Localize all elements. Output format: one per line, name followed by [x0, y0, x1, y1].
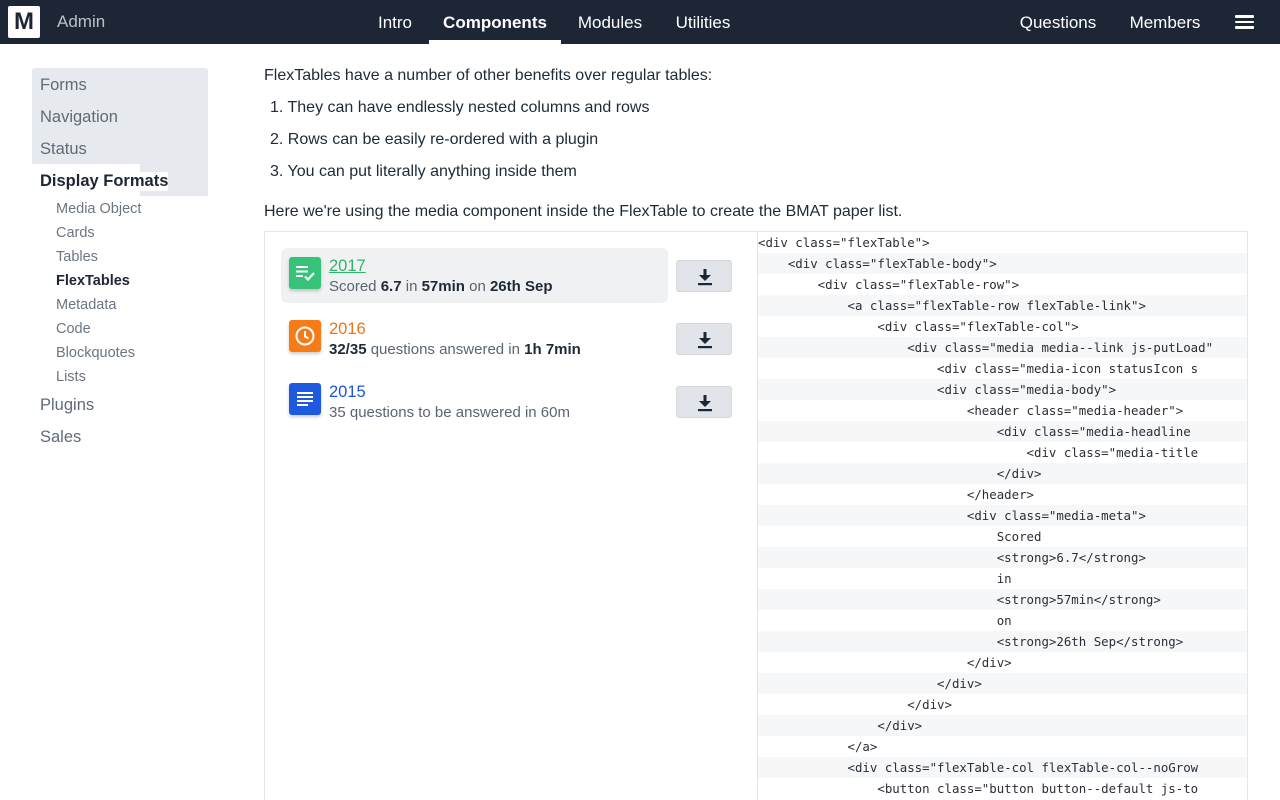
nav-utilities[interactable]: Utilities [660, 0, 746, 44]
sidebar-subitem-tables[interactable]: Tables [56, 249, 98, 265]
code-line: <div class="flexTable-body"> [758, 253, 1247, 274]
sidebar-item-forms[interactable]: Forms [40, 76, 87, 95]
sidebar-item-display-formats[interactable]: Display Formats [40, 172, 169, 191]
document-lines-icon [289, 383, 321, 415]
download-button-2015[interactable] [676, 386, 732, 418]
logo[interactable]: M [8, 6, 40, 38]
sidebar-item-sales[interactable]: Sales [40, 428, 81, 447]
code-line: <button class="button button--default js… [758, 781, 1199, 796]
paper-meta-2015: 35 questions to be answered in 60m [329, 404, 570, 421]
checklist-icon [289, 257, 321, 289]
intro-paragraph: FlexTables have a number of other benefi… [264, 67, 713, 84]
usage-paragraph: Here we're using the media component ins… [264, 203, 903, 220]
meta-segment: 32/35 [329, 341, 367, 358]
code-line: <strong>6.7</strong> [758, 547, 1247, 568]
sidebar-subitem-cards[interactable]: Cards [56, 225, 95, 241]
benefit-item-3: 3. You can put literally anything inside… [270, 163, 577, 180]
nav-members[interactable]: Members [1118, 0, 1212, 44]
benefit-item-2: 2. Rows can be easily re-ordered with a … [270, 131, 599, 148]
code-example[interactable]: <div class="flexTable"> <div class="flex… [757, 231, 1248, 800]
code-line: in [758, 571, 1012, 586]
sidebar-subitem-media-object[interactable]: Media Object [56, 201, 141, 217]
code-line: </div> [758, 655, 1012, 670]
sidebar-subitem-flextables[interactable]: FlexTables [56, 273, 130, 289]
sidebar-subitem-lists[interactable]: Lists [56, 369, 86, 385]
clock-icon [289, 320, 321, 352]
code-line: <strong>26th Sep</strong> [758, 631, 1247, 652]
code-line: </a> [758, 739, 878, 754]
paper-title-2017[interactable]: 2017 [329, 257, 366, 276]
code-line: <header class="media-header"> [758, 403, 1184, 418]
code-line: <div class="media-icon statusIcon s [758, 361, 1199, 376]
code-line: Scored [758, 529, 1042, 544]
flextable-demo [264, 231, 757, 800]
code-line: <div class="media-title [758, 445, 1199, 460]
sidebar-item-plugins[interactable]: Plugins [40, 396, 94, 415]
code-line: </div> [758, 673, 1247, 694]
code-line: <a class="flexTable-row flexTable-link"> [758, 295, 1247, 316]
sidebar-subitem-code[interactable]: Code [56, 321, 91, 337]
meta-segment: 6.7 [380, 278, 402, 295]
code-line: <div class="flexTable-col"> [758, 319, 1079, 334]
sidebar-item-navigation[interactable]: Navigation [40, 108, 118, 127]
nav-modules[interactable]: Modules [563, 0, 657, 44]
code-line: <div class="media-headline [758, 421, 1247, 442]
code-line: </div> [758, 697, 952, 712]
meta-segment: on [464, 278, 490, 295]
paper-meta-2017: Scored 6.7 in 57min on 26th Sep [329, 278, 553, 295]
active-nav-indicator [429, 40, 561, 44]
code-line: <div class="flexTable-row"> [758, 277, 1020, 292]
top-navigation-bar: M Admin Intro Components Modules Utiliti… [0, 0, 1280, 44]
download-icon [698, 395, 712, 412]
code-line: <strong>57min</strong> [758, 589, 1247, 610]
code-line: </header> [758, 487, 1035, 502]
benefit-item-1: 1. They can have endlessly nested column… [270, 99, 650, 116]
meta-segment: 1h 7min [524, 341, 581, 358]
brand-name[interactable]: Admin [57, 0, 105, 44]
download-button-2017[interactable] [676, 260, 732, 292]
code-line: </div> [758, 463, 1247, 484]
nav-components[interactable]: Components [429, 0, 561, 44]
paper-title-2015[interactable]: 2015 [329, 383, 366, 402]
sidebar-item-status[interactable]: Status [40, 140, 87, 159]
code-line: <div class="media-meta"> [758, 505, 1247, 526]
paper-meta-2016: 32/35 questions answered in 1h 7min [329, 341, 581, 358]
code-line: <div class="media media--link js-putLoad… [758, 337, 1247, 358]
download-icon [698, 332, 712, 349]
meta-segment: Scored [329, 278, 381, 295]
meta-segment: 57min [421, 278, 465, 295]
paper-title-2016[interactable]: 2016 [329, 320, 366, 339]
hamburger-icon[interactable] [1235, 15, 1254, 29]
meta-segment: 35 questions to be answered in 60m [329, 404, 570, 421]
code-line: <div class="media-body"> [758, 379, 1247, 400]
meta-segment: 26th Sep [489, 278, 553, 295]
download-button-2016[interactable] [676, 323, 732, 355]
sidebar-subitem-metadata[interactable]: Metadata [56, 297, 116, 313]
code-line: </div> [758, 715, 1247, 736]
code-line: <div class="flexTable-col flexTable-col-… [758, 757, 1247, 778]
nav-intro[interactable]: Intro [362, 0, 428, 44]
sidebar-subitem-blockquotes[interactable]: Blockquotes [56, 345, 135, 361]
meta-segment: questions answered in [366, 341, 525, 358]
code-line: on [758, 613, 1012, 628]
download-icon [698, 269, 712, 286]
nav-questions[interactable]: Questions [1008, 0, 1108, 44]
code-line: <div class="flexTable"> [758, 235, 930, 250]
meta-segment: in [401, 278, 422, 295]
